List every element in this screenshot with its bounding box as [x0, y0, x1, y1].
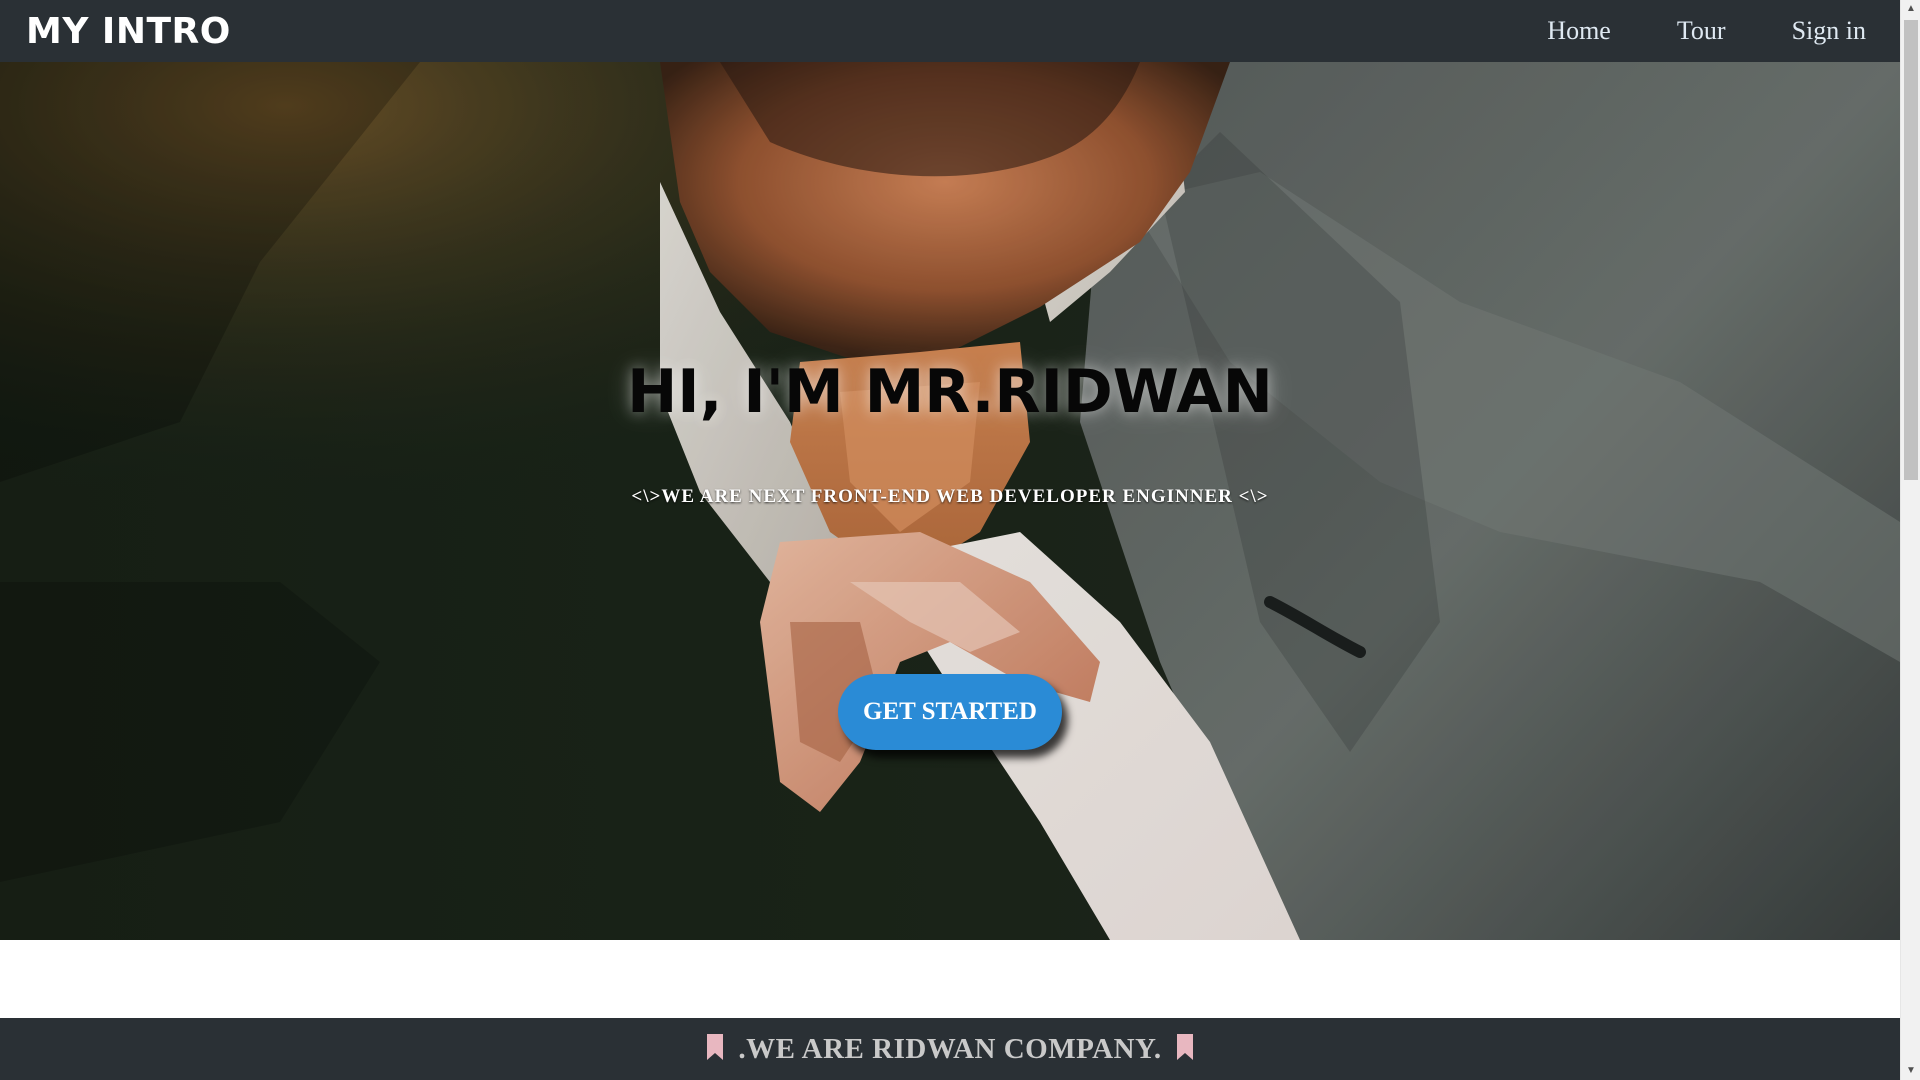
hero-section: HI, I'M MR.RIDWAN <\>WE ARE NEXT FRONT-E… — [0, 62, 1900, 940]
nav-signin-link[interactable]: Sign in — [1792, 16, 1866, 46]
hero-title: HI, I'M MR.RIDWAN — [627, 357, 1273, 427]
company-banner: .WE ARE RIDWAN COMPANY. — [0, 1018, 1900, 1080]
get-started-button[interactable]: GET STARTED — [838, 674, 1062, 750]
page: MY INTRO Home Tour Sign in HI, I'M MR.RI… — [0, 0, 1900, 1080]
bookmark-icon — [1176, 1033, 1194, 1061]
top-navbar: MY INTRO Home Tour Sign in — [0, 0, 1900, 62]
content-spacer — [0, 940, 1900, 1018]
vertical-scrollbar[interactable]: ▲ ▼ — [1900, 0, 1920, 1080]
nav-home-link[interactable]: Home — [1547, 16, 1611, 46]
main-nav: Home Tour Sign in — [1547, 16, 1874, 46]
company-tagline: .WE ARE RIDWAN COMPANY. — [738, 1032, 1162, 1065]
scroll-up-arrow-icon[interactable]: ▲ — [1901, 0, 1920, 18]
scroll-down-arrow-icon[interactable]: ▼ — [1901, 1062, 1920, 1080]
brand-logo[interactable]: MY INTRO — [26, 11, 231, 52]
hero-subtitle: <\>WE ARE NEXT FRONT-END WEB DEVELOPER E… — [631, 486, 1269, 507]
nav-tour-link[interactable]: Tour — [1677, 16, 1726, 46]
scrollbar-thumb[interactable] — [1904, 20, 1918, 480]
bookmark-icon — [706, 1033, 724, 1061]
